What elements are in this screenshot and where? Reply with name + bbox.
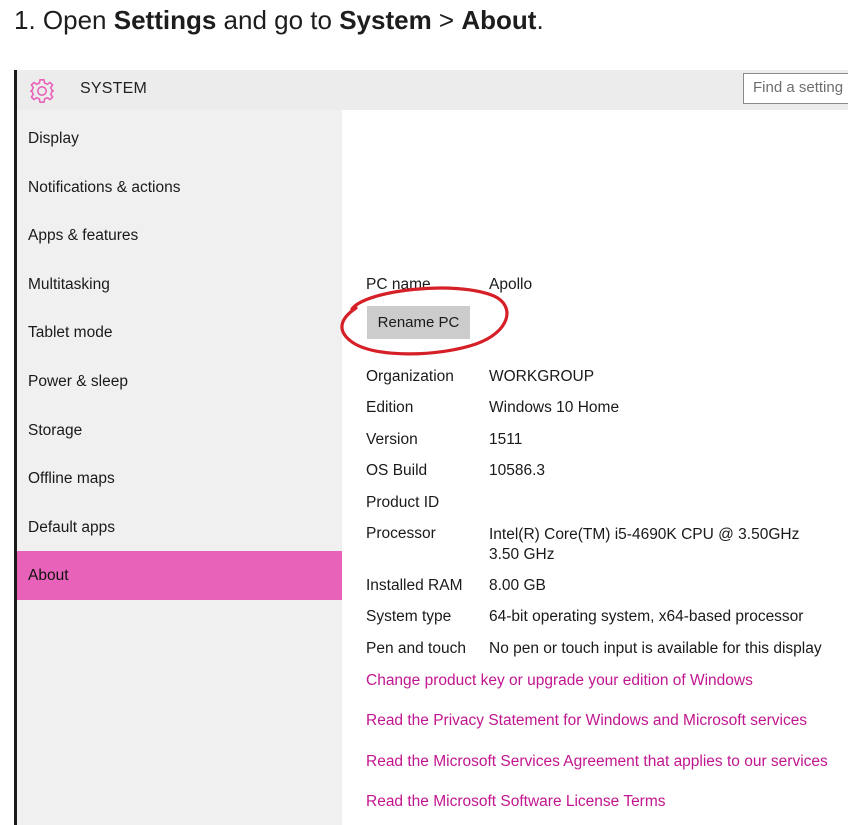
search-box[interactable] bbox=[743, 73, 848, 104]
sidebar-item-apps-features[interactable]: Apps & features bbox=[17, 211, 342, 260]
change-product-key-link[interactable]: Change product key or upgrade your editi… bbox=[366, 672, 753, 690]
os-build-value: 10586.3 bbox=[489, 462, 546, 479]
instruction-suffix: . bbox=[536, 5, 544, 35]
installed-ram-value: 8.00 GB bbox=[489, 577, 546, 594]
pc-name-label: PC name bbox=[366, 276, 431, 293]
gear-icon bbox=[30, 79, 54, 103]
sidebar-item-multitasking[interactable]: Multitasking bbox=[17, 260, 342, 309]
title-bar: SYSTEM bbox=[17, 70, 848, 110]
instruction-settings: Settings bbox=[113, 5, 217, 35]
privacy-statement-link[interactable]: Read the Privacy Statement for Windows a… bbox=[366, 712, 807, 730]
organization-value: WORKGROUP bbox=[489, 368, 595, 385]
sidebar-item-display[interactable]: Display bbox=[17, 114, 342, 163]
sidebar-item-offline-maps[interactable]: Offline maps bbox=[17, 454, 342, 503]
rename-pc-button[interactable]: Rename PC bbox=[367, 306, 470, 339]
instruction-prefix: 1. Open bbox=[14, 5, 114, 35]
sidebar-item-storage[interactable]: Storage bbox=[17, 406, 342, 455]
product-id-label: Product ID bbox=[366, 494, 440, 511]
pen-touch-label: Pen and touch bbox=[366, 640, 466, 657]
software-license-terms-link[interactable]: Read the Microsoft Software License Term… bbox=[366, 793, 666, 811]
search-input[interactable] bbox=[744, 74, 848, 101]
settings-window: SYSTEM Display Notifications & actions A… bbox=[14, 70, 848, 825]
system-type-value: 64-bit operating system, x64-based proce… bbox=[489, 608, 804, 625]
processor-value: Intel(R) Core(TM) i5-4690K CPU @ 3.50GHz… bbox=[489, 526, 800, 563]
instruction-separator: > bbox=[431, 5, 462, 35]
services-agreement-link[interactable]: Read the Microsoft Services Agreement th… bbox=[366, 753, 828, 771]
sidebar: Display Notifications & actions Apps & f… bbox=[17, 110, 342, 825]
system-type-label: System type bbox=[366, 608, 452, 625]
instruction-system: System bbox=[339, 5, 432, 35]
version-label: Version bbox=[366, 431, 418, 448]
installed-ram-label: Installed RAM bbox=[366, 577, 463, 594]
sidebar-item-default-apps[interactable]: Default apps bbox=[17, 503, 342, 552]
instruction-text: 1. Open Settings and go to System > Abou… bbox=[14, 2, 544, 38]
about-panel: PC name Apollo Rename PC Organization WO… bbox=[340, 110, 848, 825]
processor-label: Processor bbox=[366, 525, 436, 542]
instruction-mid: and go to bbox=[216, 5, 340, 35]
pc-name-value: Apollo bbox=[489, 276, 533, 293]
pen-touch-value: No pen or touch input is available for t… bbox=[489, 640, 822, 657]
window-title: SYSTEM bbox=[80, 80, 147, 97]
sidebar-item-power-sleep[interactable]: Power & sleep bbox=[17, 357, 342, 406]
edition-value: Windows 10 Home bbox=[489, 399, 620, 416]
instruction-about: About bbox=[461, 5, 537, 35]
os-build-label: OS Build bbox=[366, 462, 428, 479]
sidebar-item-tablet-mode[interactable]: Tablet mode bbox=[17, 308, 342, 357]
organization-label: Organization bbox=[366, 368, 454, 385]
sidebar-item-notifications-actions[interactable]: Notifications & actions bbox=[17, 163, 342, 212]
version-value: 1511 bbox=[489, 431, 523, 448]
edition-label: Edition bbox=[366, 399, 414, 416]
sidebar-item-about[interactable]: About bbox=[17, 551, 342, 600]
